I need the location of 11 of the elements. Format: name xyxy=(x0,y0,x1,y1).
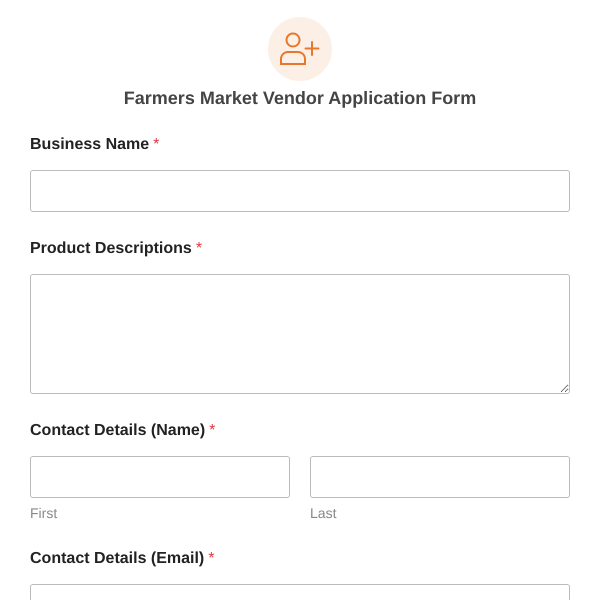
field-label: Business Name * xyxy=(30,134,160,155)
required-mark: * xyxy=(209,422,216,439)
sublabel: Last xyxy=(310,504,338,522)
required-mark: * xyxy=(153,136,160,153)
field-label: Contact Details (Email) * xyxy=(30,548,216,569)
required-mark: * xyxy=(196,240,202,257)
sublabel: First xyxy=(30,504,58,522)
field-label: Contact Details (Name) * xyxy=(30,420,216,441)
field-label: Product Descriptions * xyxy=(30,238,204,259)
form-title: Farmers Market Vendor Application Form xyxy=(122,88,478,110)
required-mark: * xyxy=(208,550,214,567)
